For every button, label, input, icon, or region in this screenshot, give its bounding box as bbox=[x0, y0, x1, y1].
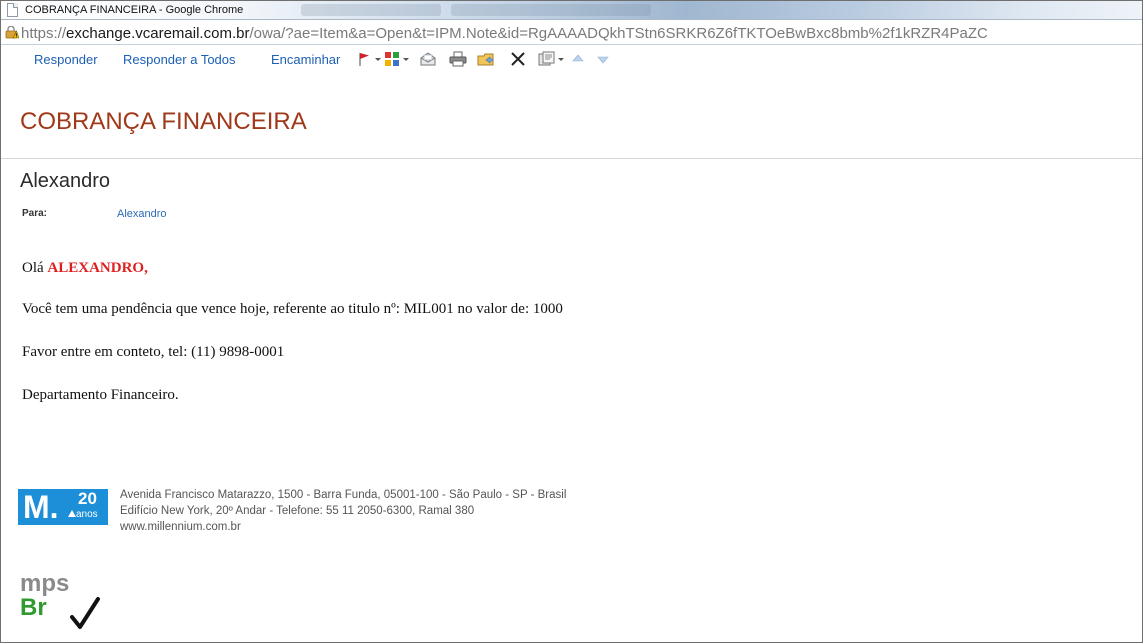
logo-triangle-icon bbox=[68, 510, 76, 517]
greeting-prefix: Olá bbox=[22, 260, 48, 276]
logo-letter: M. bbox=[23, 489, 59, 525]
message-subject: COBRANÇA FINANCEIRA bbox=[20, 108, 307, 135]
page-icon bbox=[7, 3, 18, 17]
delete-icon[interactable] bbox=[509, 51, 527, 67]
forward-button[interactable]: Encaminhar bbox=[271, 52, 340, 67]
reply-all-button[interactable]: Responder a Todos bbox=[123, 52, 236, 67]
mps-br-logo: mps Br bbox=[20, 569, 120, 635]
sender-name[interactable]: Alexandro bbox=[20, 170, 110, 193]
move-to-folder-icon[interactable] bbox=[477, 51, 495, 67]
flag-dropdown-icon[interactable] bbox=[375, 58, 381, 61]
mark-unread-icon[interactable] bbox=[419, 51, 437, 67]
mail-toolbar: Responder Responder a Todos Encaminhar bbox=[1, 46, 1142, 72]
url-host: exchange.vcaremail.com.br bbox=[66, 25, 250, 42]
greeting-name: ALEXANDRO, bbox=[47, 260, 148, 276]
reply-button[interactable]: Responder bbox=[34, 52, 98, 67]
signature-address-2: Edifício New York, 20º Andar - Telefone:… bbox=[120, 505, 475, 517]
millennium-logo: M. 20 anos bbox=[18, 489, 108, 525]
signature-address-1: Avenida Francisco Matarazzo, 1500 - Barr… bbox=[120, 489, 567, 501]
body-line-department: Departamento Financeiro. bbox=[22, 387, 179, 403]
print-icon[interactable] bbox=[449, 51, 467, 67]
recipient-name[interactable]: Alexandro bbox=[117, 208, 167, 220]
url-text[interactable]: https://exchange.vcaremail.com.br/owa/?a… bbox=[21, 25, 988, 42]
background-tab[interactable] bbox=[301, 4, 441, 16]
mps-logo-text: mps bbox=[20, 570, 69, 597]
previous-item-icon[interactable] bbox=[572, 51, 584, 67]
categories-dropdown-icon[interactable] bbox=[403, 58, 409, 61]
junk-icon[interactable] bbox=[538, 51, 556, 67]
address-bar[interactable]: https://exchange.vcaremail.com.br/owa/?a… bbox=[1, 21, 1142, 45]
to-label: Para: bbox=[22, 208, 48, 219]
security-warning-icon[interactable] bbox=[5, 25, 20, 39]
signature-website[interactable]: www.millennium.com.br bbox=[120, 521, 241, 533]
next-item-icon[interactable] bbox=[597, 51, 609, 67]
junk-dropdown-icon[interactable] bbox=[558, 58, 564, 61]
title-bar: COBRANÇA FINANCEIRA - Google Chrome bbox=[1, 1, 1142, 20]
br-logo-text: Br bbox=[20, 594, 47, 621]
flag-icon[interactable] bbox=[357, 51, 371, 67]
header-divider bbox=[1, 158, 1142, 159]
greeting-line: Olá ALEXANDRO, bbox=[22, 260, 148, 277]
logo-sub: anos bbox=[76, 509, 98, 520]
categories-icon[interactable] bbox=[384, 51, 400, 67]
url-scheme: https:// bbox=[21, 25, 67, 42]
body-line-notice: Você tem uma pendência que vence hoje, r… bbox=[22, 301, 563, 317]
url-path: /owa/?ae=Item&a=Open&t=IPM.Note&id=RgAAA… bbox=[249, 25, 988, 42]
body-line-contact: Favor entre em conteto, tel: (11) 9898-0… bbox=[22, 344, 285, 360]
browser-window: COBRANÇA FINANCEIRA - Google Chrome http… bbox=[0, 0, 1143, 643]
window-title: COBRANÇA FINANCEIRA - Google Chrome bbox=[25, 4, 244, 16]
logo-number: 20 bbox=[78, 489, 97, 508]
background-tab[interactable] bbox=[451, 4, 651, 16]
